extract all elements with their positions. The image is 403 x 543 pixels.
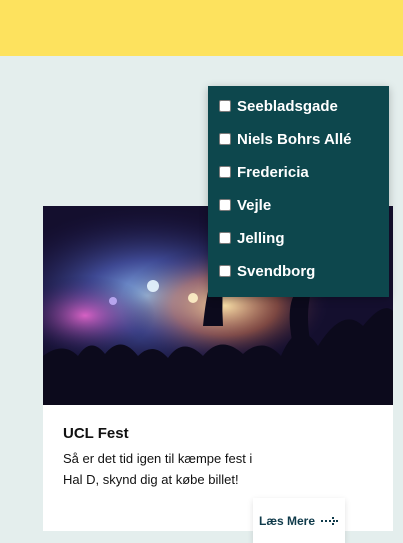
checkbox[interactable] — [219, 265, 231, 277]
location-option-label: Seebladsgade — [237, 97, 338, 115]
location-option-fredericia[interactable]: Fredericia — [219, 162, 309, 182]
location-option-label: Fredericia — [237, 163, 309, 181]
location-option-vejle[interactable]: Vejle — [219, 195, 271, 215]
location-option-jelling[interactable]: Jelling — [219, 228, 285, 248]
checkbox[interactable] — [219, 199, 231, 211]
checkbox[interactable] — [219, 166, 231, 178]
location-option-niels-bohrs-alle[interactable]: Niels Bohrs Allé — [219, 129, 351, 149]
checkbox[interactable] — [219, 100, 231, 112]
location-option-label: Svendborg — [237, 262, 316, 280]
location-option-svendborg[interactable]: Svendborg — [219, 261, 315, 281]
location-option-label: Niels Bohrs Allé — [237, 130, 352, 148]
checkbox[interactable] — [219, 133, 231, 145]
event-description: Så er det tid igen til kæmpe fest i Hal … — [63, 451, 253, 487]
location-option-seebladsgade[interactable]: Seebladsgade — [219, 96, 338, 116]
location-option-label: Jelling — [237, 229, 285, 247]
location-option-label: Vejle — [237, 196, 272, 214]
read-more-label: Læs Mere — [258, 513, 316, 528]
top-banner — [0, 0, 403, 56]
location-filter-dropdown: Seebladsgade Niels Bohrs Allé Fredericia… — [208, 86, 389, 297]
event-title: UCL Fest — [63, 425, 129, 442]
checkbox[interactable] — [219, 232, 231, 244]
dotted-arrow-right-icon — [321, 516, 339, 526]
read-more-button[interactable]: Læs Mere — [253, 498, 345, 543]
